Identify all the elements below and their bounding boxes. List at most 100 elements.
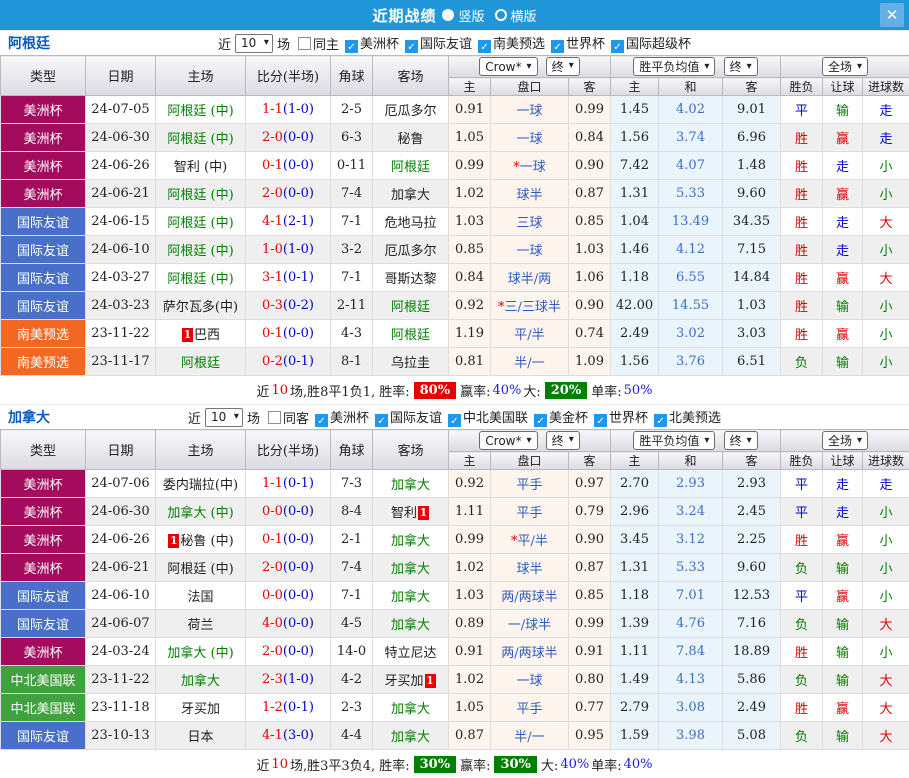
cell-date: 24-06-21 — [86, 554, 156, 582]
cell-asian-away-odds: 0.79 — [569, 498, 611, 526]
cell-home-team: 阿根廷 (中) — [156, 180, 246, 208]
cell-goals-result: 小 — [863, 554, 909, 582]
halftime-score: (1-0) — [283, 102, 314, 117]
title-bar: 近期战绩 竖版 横版 ✕ — [0, 0, 909, 30]
euro-average-select[interactable]: 胜平负均值 ▾ — [633, 431, 715, 450]
asian-company-select[interactable]: Crow* ▾ — [479, 431, 537, 450]
cell-away-team: 加拿大 — [373, 722, 449, 750]
cell-score: 2-0(0-0) — [246, 638, 331, 666]
close-button[interactable]: ✕ — [880, 3, 904, 27]
league-label: 美洲杯 — [360, 37, 399, 52]
fullmatch-select[interactable]: 全场 ▾ — [822, 431, 868, 450]
league-checkbox[interactable]: ✓ — [405, 40, 418, 53]
fulltime-score: 3-1 — [262, 270, 283, 285]
col-away: 客场 — [373, 430, 449, 470]
recent-count-value: 10 — [241, 36, 256, 50]
cell-score: 1-0(1-0) — [246, 236, 331, 264]
recent-count-select[interactable]: 10 ▾ — [235, 34, 273, 53]
league-checkbox[interactable]: ✓ — [534, 414, 547, 427]
cell-goals-result: 大 — [863, 694, 909, 722]
cell-handicap-result: 走 — [823, 152, 863, 180]
league-checkbox[interactable]: ✓ — [551, 40, 564, 53]
cell-handicap-result: 赢 — [823, 180, 863, 208]
sub-asian-away: 客 — [569, 452, 611, 470]
asian-odds-header: Crow* ▾ 终 ▾ — [449, 56, 611, 78]
cell-euro-home-odds: 3.45 — [611, 526, 659, 554]
league-checkbox[interactable]: ✓ — [315, 414, 328, 427]
league-checkbox[interactable]: ✓ — [448, 414, 461, 427]
cell-match-type: 美洲杯 — [1, 498, 86, 526]
league-label: 国际超级杯 — [626, 37, 691, 52]
league-checkbox[interactable]: ✓ — [654, 414, 667, 427]
table-row: 中北美国联23-11-22加拿大2-3(1-0)4-2牙买加11.02一球0.8… — [1, 666, 909, 694]
fulltime-score: 4-1 — [262, 214, 283, 229]
table-row: 国际友谊24-06-10法国0-0(0-0)7-1加拿大1.03两/两球半0.8… — [1, 582, 909, 610]
recent-count-select[interactable]: 10 ▾ — [205, 408, 243, 427]
summary-segment: 赢率: — [460, 381, 490, 400]
fullmatch-select[interactable]: 全场 ▾ — [822, 57, 868, 76]
cell-handicap: *三/三球半 — [491, 292, 569, 320]
euro-final-select[interactable]: 终 ▾ — [724, 57, 758, 76]
euro-final-select[interactable]: 终 ▾ — [724, 431, 758, 450]
chevron-down-icon: ▾ — [857, 436, 862, 446]
cell-corners: 4-5 — [331, 610, 373, 638]
cell-date: 24-06-21 — [86, 180, 156, 208]
cell-asian-home-odds: 0.91 — [449, 638, 491, 666]
layout-radio-vertical-label: 竖版 — [458, 6, 484, 25]
league-checkbox[interactable]: ✓ — [594, 414, 607, 427]
asian-company-select[interactable]: Crow* ▾ — [479, 57, 537, 76]
cell-match-type: 国际友谊 — [1, 722, 86, 750]
cell-away-team: 阿根廷 — [373, 320, 449, 348]
team-name: 萨尔瓦多(中) — [163, 300, 238, 315]
euro-average-select[interactable]: 胜平负均值 ▾ — [633, 57, 715, 76]
cell-wdl-result: 胜 — [781, 180, 823, 208]
team-name: 加拿大 — [181, 674, 220, 689]
cell-corners: 2-5 — [331, 96, 373, 124]
cell-home-team: 加拿大 — [156, 666, 246, 694]
sub-handicap: 盘口 — [491, 452, 569, 470]
cell-euro-draw-odds: 4.07 — [659, 152, 723, 180]
team-name: 危地马拉 — [384, 216, 436, 231]
cell-home-team: 法国 — [156, 582, 246, 610]
league-checkbox[interactable]: ✓ — [478, 40, 491, 53]
handicap-text: 平手 — [516, 702, 542, 717]
layout-radio-horizontal[interactable] — [495, 9, 507, 21]
team-name: 委内瑞拉(中) — [163, 478, 238, 493]
league-label: 中北美国联 — [463, 411, 528, 426]
fullmatch-header: 全场 ▾ — [781, 56, 909, 78]
cell-home-team: 牙买加 — [156, 694, 246, 722]
league-checkbox[interactable]: ✓ — [345, 40, 358, 53]
cell-corners: 3-2 — [331, 236, 373, 264]
cell-corners: 7-1 — [331, 264, 373, 292]
layout-radio-vertical[interactable] — [442, 9, 454, 21]
league-checkbox[interactable]: ✓ — [375, 414, 388, 427]
cell-home-team: 委内瑞拉(中) — [156, 470, 246, 498]
league-checkbox[interactable]: ✓ — [611, 40, 624, 53]
cell-handicap: *一球 — [491, 152, 569, 180]
asian-final-select[interactable]: 终 ▾ — [546, 57, 580, 76]
filter-bar: 阿根廷 近 10 ▾ 场 同主 ✓美洲杯✓国际友谊✓南美预选✓世界杯✓国际超级杯 — [0, 30, 909, 55]
asian-final-select[interactable]: 终 ▾ — [546, 431, 580, 450]
cell-asian-home-odds: 1.03 — [449, 208, 491, 236]
same-venue-checkbox[interactable] — [298, 37, 311, 50]
col-score: 比分(半场) — [246, 56, 331, 96]
league-label: 国际友谊 — [420, 37, 472, 52]
handicap-text: 球半/两 — [508, 272, 551, 287]
handicap-text: 平手 — [516, 478, 542, 493]
cell-wdl-result: 平 — [781, 96, 823, 124]
recent-count-value: 10 — [211, 410, 226, 424]
cell-handicap-result: 赢 — [823, 694, 863, 722]
cell-score: 2-0(0-0) — [246, 124, 331, 152]
cell-away-team: 危地马拉 — [373, 208, 449, 236]
red-card-badge: 1 — [425, 674, 436, 688]
same-venue-checkbox[interactable] — [268, 411, 281, 424]
cell-asian-home-odds: 0.99 — [449, 152, 491, 180]
cell-asian-away-odds: 0.91 — [569, 638, 611, 666]
close-icon: ✕ — [886, 6, 899, 24]
chevron-down-icon: ▾ — [264, 38, 269, 48]
cell-wdl-result: 平 — [781, 498, 823, 526]
cell-euro-home-odds: 42.00 — [611, 292, 659, 320]
cell-home-team: 阿根廷 (中) — [156, 96, 246, 124]
cell-home-team: 1秘鲁 (中) — [156, 526, 246, 554]
cell-home-team: 智利 (中) — [156, 152, 246, 180]
